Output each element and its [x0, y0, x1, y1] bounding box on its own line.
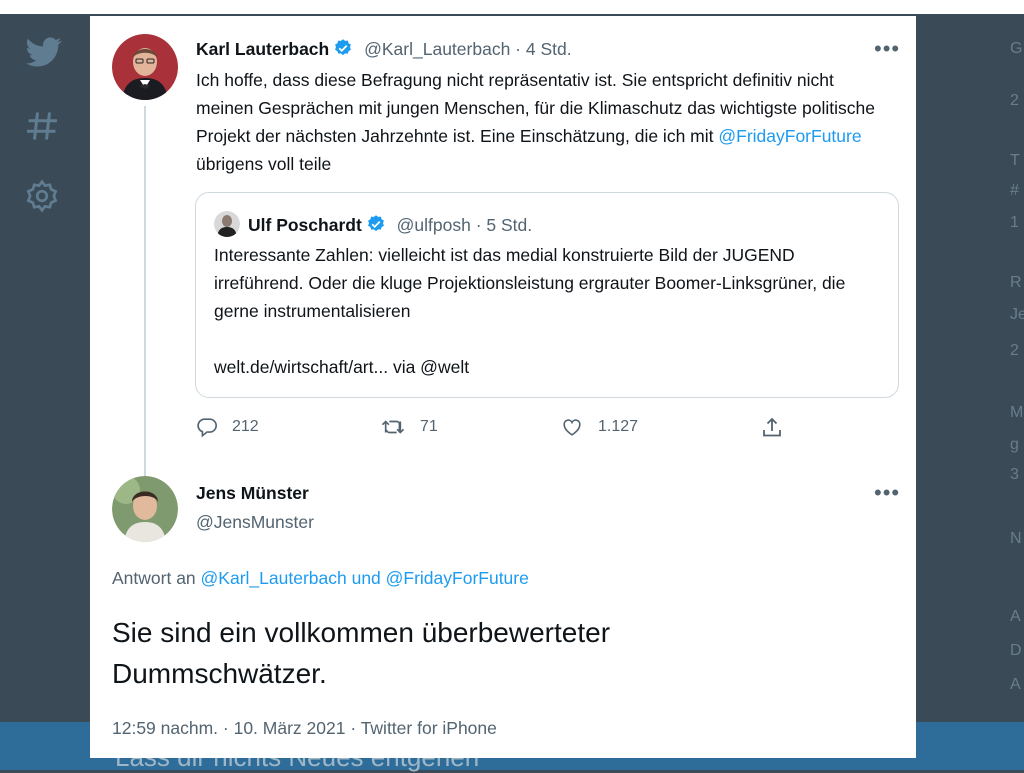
background-text-fragment: G	[1010, 40, 1023, 57]
retweet-icon	[381, 420, 405, 434]
quoted-author-name: Ulf Poschardt	[248, 215, 362, 235]
quoted-author-row: Ulf Poschardt @ulfposh · 5 Std.	[248, 214, 532, 236]
hashtag-icon[interactable]	[24, 108, 60, 144]
quoted-tweet[interactable]: Ulf Poschardt @ulfposh · 5 Std. Interess…	[195, 192, 899, 398]
retweet-button[interactable]: 71	[380, 416, 438, 438]
retweet-count: 71	[420, 418, 438, 435]
like-count: 1.127	[598, 418, 639, 435]
background-text-fragment: R	[1010, 274, 1022, 291]
like-button[interactable]: 1.127	[560, 416, 638, 438]
reply-button[interactable]: 212	[196, 416, 259, 438]
quoted-link[interactable]: welt.de/wirtschaft/art... via @welt	[214, 353, 469, 381]
tweet-text-end: übrigens voll teile	[196, 154, 332, 174]
reply-to-mentions[interactable]: @Karl_Lauterbach und @FridayForFuture	[201, 568, 529, 588]
avatar[interactable]	[112, 34, 178, 100]
background-text-fragment: A	[1010, 676, 1021, 693]
reply-count: 212	[232, 418, 259, 435]
background-right-column	[916, 0, 1024, 770]
background-text-fragment: N	[1010, 530, 1022, 547]
background-top-strip	[0, 0, 1024, 14]
reply-author-name[interactable]: Jens Münster	[196, 483, 309, 504]
share-icon	[763, 417, 781, 437]
quoted-text: Interessante Zahlen: vielleicht ist das …	[214, 245, 846, 321]
reply-text: Sie sind ein vollkommen überbewerteter D…	[112, 617, 611, 689]
like-icon	[563, 419, 581, 436]
background-text-fragment: 1	[1010, 214, 1019, 231]
reply-to-label: Antwort an	[112, 568, 196, 588]
background-text-fragment: A	[1010, 608, 1021, 625]
background-text-fragment: 2	[1010, 92, 1019, 109]
background-text-fragment: 3	[1010, 466, 1019, 483]
avatar[interactable]	[112, 476, 178, 542]
background-text-fragment: #	[1010, 182, 1019, 199]
reply-author-handle[interactable]: @JensMunster	[196, 512, 314, 533]
tweet-text: Ich hoffe, dass diese Befragung nicht re…	[196, 66, 896, 178]
thread-line	[144, 106, 146, 481]
tweet-handle-time[interactable]: @Karl_Lauterbach · 4 Std.	[364, 39, 571, 59]
tweet-thread-card: Karl Lauterbach @Karl_Lauterbach · 4 Std…	[90, 16, 916, 758]
tweet-author-name[interactable]: Karl Lauterbach	[196, 39, 329, 59]
avatar	[214, 211, 240, 237]
gear-icon[interactable]	[24, 178, 60, 214]
background-text-fragment: Je	[1010, 306, 1024, 323]
background-text-fragment: M	[1010, 404, 1024, 421]
more-icon[interactable]: •••	[874, 38, 900, 60]
background-text-fragment: 2	[1010, 342, 1019, 359]
twitter-logo-icon[interactable]	[24, 34, 64, 70]
reply-meta[interactable]: 12:59 nachm. · 10. März 2021 · Twitter f…	[112, 718, 497, 739]
reply-to-line: Antwort an @Karl_Lauterbach und @FridayF…	[112, 568, 529, 589]
more-icon[interactable]: •••	[874, 482, 900, 504]
background-text-fragment: T	[1010, 152, 1020, 169]
background-text-fragment: g	[1010, 436, 1019, 453]
verified-badge-icon	[335, 39, 352, 56]
quoted-handle-time: @ulfposh · 5 Std.	[396, 215, 533, 235]
reply-icon	[197, 418, 217, 438]
background-text-fragment: D	[1010, 642, 1022, 659]
tweet-author-row: Karl Lauterbach @Karl_Lauterbach · 4 Std…	[196, 38, 572, 60]
mention-link[interactable]: @FridayForFuture	[718, 126, 861, 146]
share-button[interactable]	[760, 416, 784, 440]
verified-badge-icon	[367, 215, 384, 232]
